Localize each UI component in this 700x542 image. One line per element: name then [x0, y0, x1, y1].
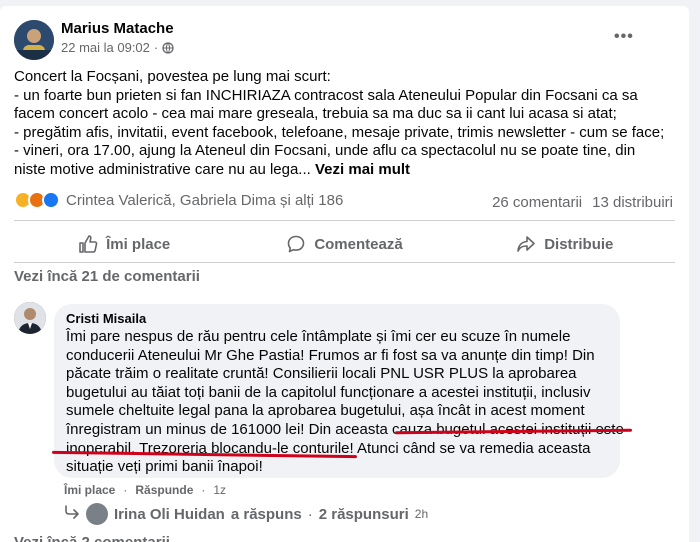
- reaction-names[interactable]: Crintea Valerică, Gabriela Dima și alți …: [66, 192, 343, 209]
- reply-separator: ·: [307, 505, 313, 523]
- comment-actions-separator: ·: [201, 483, 206, 497]
- comment-author[interactable]: Cristi Misaila: [66, 312, 608, 326]
- view-more-comments-link-2[interactable]: Vezi încă 2 comentarii: [14, 534, 170, 542]
- post-text: Concert la Focșani, povestea pe lung mai…: [14, 68, 679, 180]
- post-author[interactable]: Marius Matache: [61, 20, 174, 37]
- post-last-line: niste motive administrative care nu au l…: [14, 160, 311, 178]
- meta-separator: ·: [153, 40, 159, 55]
- reply-arrow-icon: [64, 505, 80, 523]
- thumbs-up-icon: [79, 235, 98, 253]
- post-text-line: facem concert acolo - cea mai mare grese…: [14, 105, 617, 123]
- post-meta: 22 mai la 09:02 ·: [61, 40, 174, 55]
- replies-summary[interactable]: Irina Oli Huidan a răspuns · 2 răspunsur…: [64, 503, 428, 525]
- comment-actions: Îmi place · Răspunde · 1z: [64, 483, 226, 497]
- replied-action: a răspuns: [230, 505, 302, 523]
- replies-count: 2 răspunsuri: [318, 505, 409, 523]
- more-options-icon[interactable]: •••: [614, 28, 634, 46]
- globe-icon: [162, 41, 174, 54]
- comment-text-line: conducerii Ateneului Mr Ghe Pastia! Frum…: [66, 346, 595, 364]
- replier-avatar: [86, 503, 108, 525]
- divider: [14, 220, 675, 221]
- replier-name: Irina Oli Huidan: [114, 505, 225, 523]
- comments-count[interactable]: 26 comentarii: [492, 194, 582, 211]
- post-text-line-last: niste motive administrative care nu au l…: [14, 161, 679, 180]
- like-reaction-icon: [42, 191, 60, 209]
- post-actions: Îmi place Comentează Distribuie: [14, 228, 675, 260]
- replies-time: 2h: [414, 507, 429, 521]
- comment-text-line: păcate trăim o realitate cruntă! Consili…: [66, 365, 577, 383]
- comment-like-button[interactable]: Îmi place: [64, 483, 115, 497]
- comment-text-line: situație veți primi banii înapoi!: [66, 458, 263, 476]
- author-avatar[interactable]: [14, 20, 54, 60]
- comment-icon: [288, 235, 305, 253]
- post-card: Marius Matache 22 mai la 09:02 · ••• Con…: [0, 6, 689, 542]
- share-button[interactable]: Distribuie: [455, 228, 675, 260]
- comment-time[interactable]: 1z: [213, 483, 226, 497]
- post-counts: 26 comentarii 13 distribuiri: [492, 194, 673, 211]
- comment-text-line: Îmi pare nespus de rău pentru cele întâm…: [66, 328, 571, 345]
- reactions-summary[interactable]: Crintea Valerică, Gabriela Dima și alți …: [14, 191, 343, 209]
- commenter-avatar[interactable]: [14, 302, 46, 334]
- shares-count[interactable]: 13 distribuiri: [592, 194, 673, 211]
- post-text-line: - pregătim afis, invitatii, event facebo…: [14, 123, 665, 141]
- divider: [14, 262, 675, 263]
- comment-text-line: bugetului au tăiat toți banii de la capi…: [66, 383, 591, 401]
- comment-button[interactable]: Comentează: [234, 228, 454, 260]
- comment-label: Comentează: [314, 235, 403, 253]
- like-button[interactable]: Îmi place: [14, 228, 234, 260]
- see-more-link[interactable]: Vezi mai mult: [315, 161, 410, 178]
- post-text-line: Concert la Focșani, povestea pe lung mai…: [14, 68, 331, 85]
- post-text-line: - un foarte bun prieten si fan INCHIRIAZ…: [14, 86, 638, 104]
- comment-reply-button[interactable]: Răspunde: [135, 483, 193, 497]
- share-label: Distribuie: [544, 235, 614, 253]
- post-text-line: - vineri, ora 17.00, ajung la Ateneul di…: [14, 142, 636, 160]
- post-date[interactable]: 22 mai la 09:02: [61, 40, 150, 55]
- comment-text-line: sumele cheltuite legal pana la aprobarea…: [66, 402, 585, 420]
- comment-actions-separator: ·: [123, 483, 128, 497]
- like-label: Îmi place: [106, 235, 171, 253]
- share-icon: [517, 236, 536, 252]
- view-more-comments-link[interactable]: Vezi încă 21 de comentarii: [14, 268, 200, 285]
